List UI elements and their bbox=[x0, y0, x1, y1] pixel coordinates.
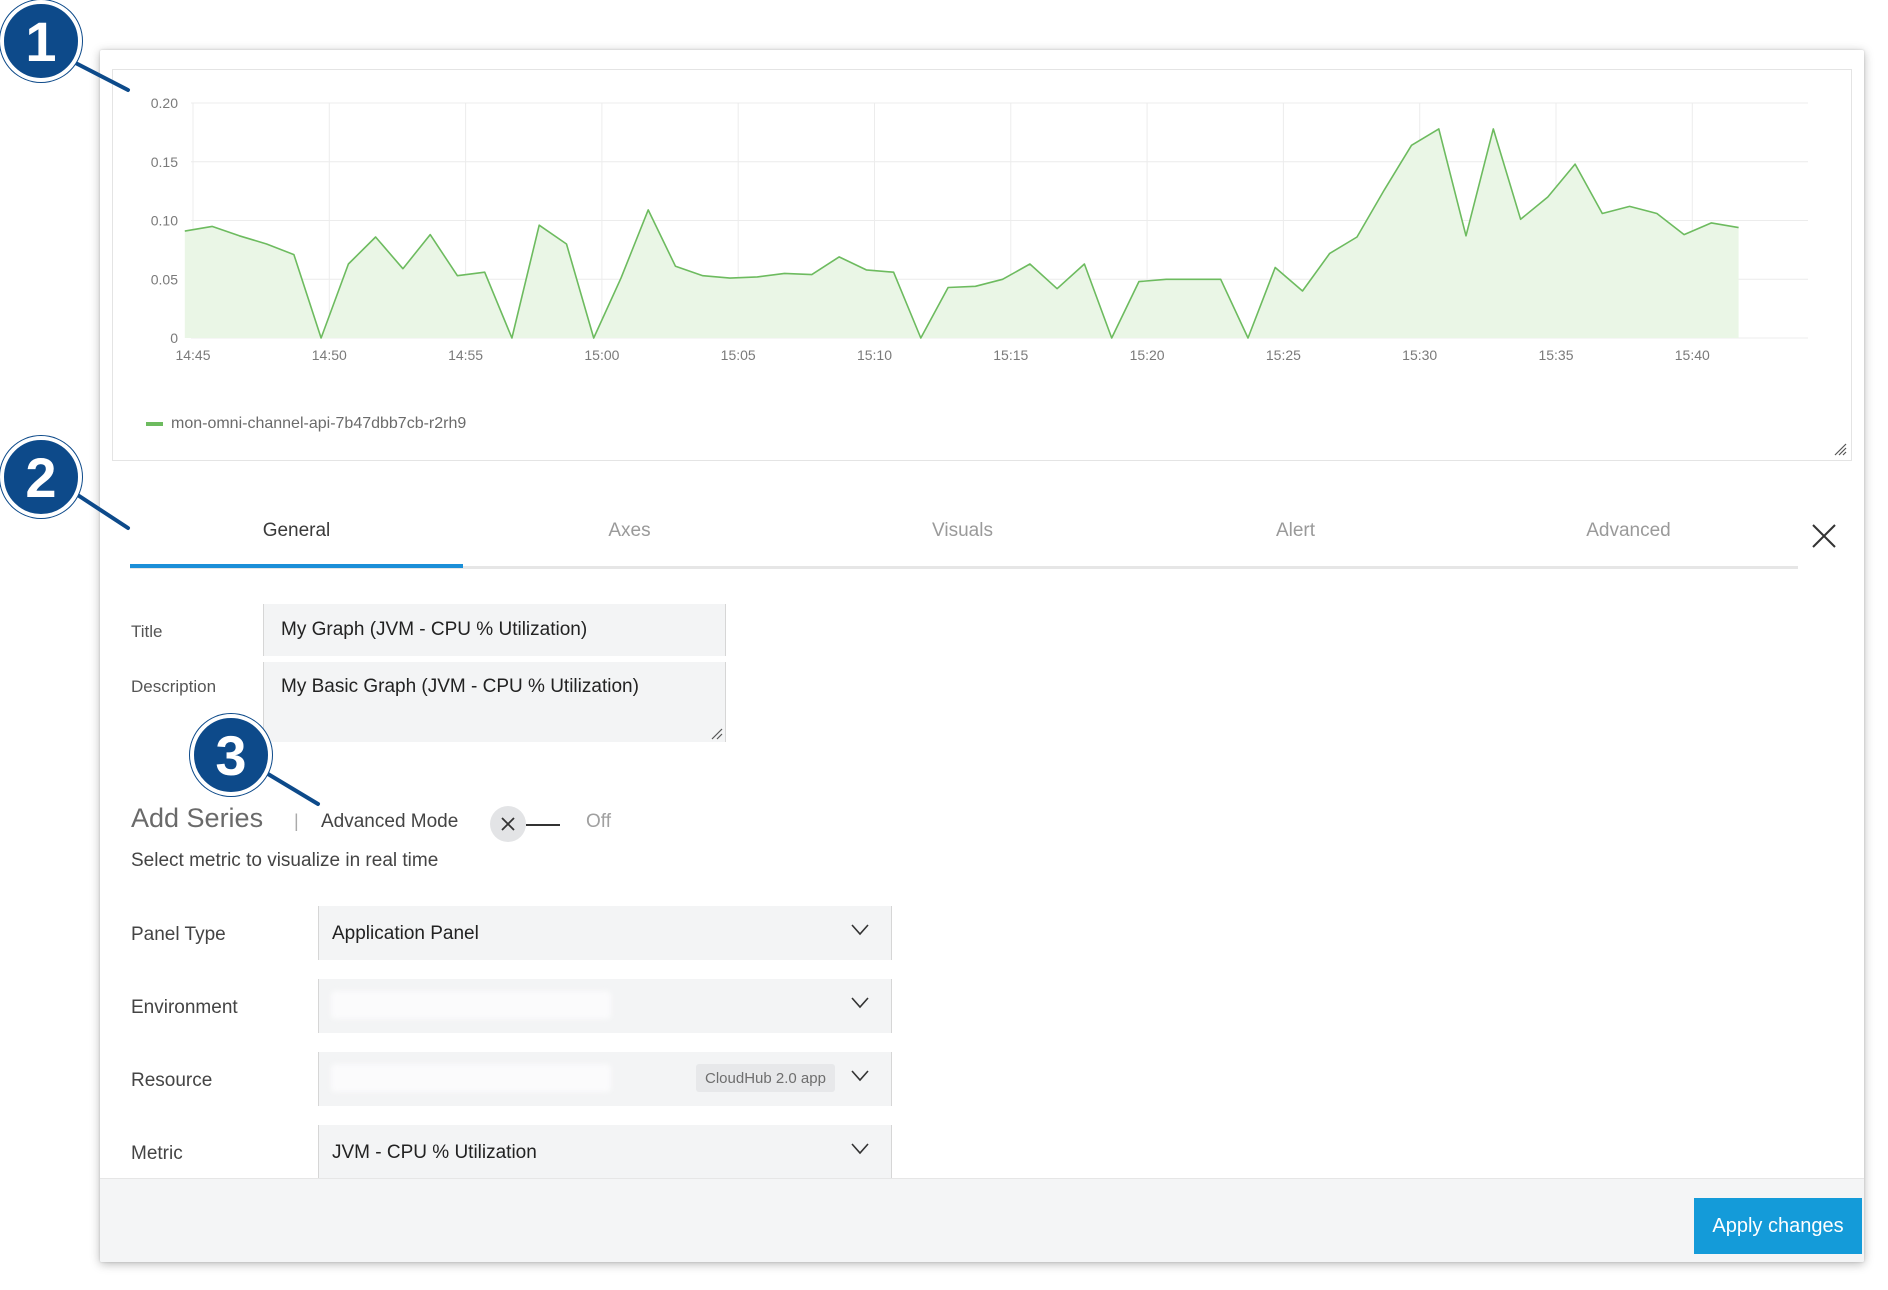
title-input-value: My Graph (JVM - CPU % Utilization) bbox=[281, 619, 588, 640]
tab-visuals[interactable]: Visuals bbox=[796, 520, 1129, 566]
heading-separator: | bbox=[294, 811, 299, 831]
tab-label: Alert bbox=[1275, 520, 1316, 541]
active-tab-indicator bbox=[130, 564, 463, 568]
editor-footer: Apply changes bbox=[100, 1178, 1864, 1262]
description-label: Description bbox=[131, 677, 217, 696]
x-icon bbox=[501, 817, 515, 831]
title-input[interactable]: My Graph (JVM - CPU % Utilization) bbox=[263, 604, 726, 656]
editor-tabs: General Axes Visuals Alert Advanced bbox=[130, 520, 1798, 569]
x-tick-label: 15:00 bbox=[584, 347, 619, 363]
toggle-state-label: Off bbox=[586, 811, 611, 832]
redacted-resource bbox=[331, 1064, 611, 1092]
tab-general[interactable]: General bbox=[130, 520, 463, 566]
tab-label: General bbox=[262, 520, 331, 541]
panel-type-select[interactable]: Application Panel bbox=[318, 906, 892, 960]
panel-type-row: Panel Type Application Panel bbox=[100, 906, 1000, 962]
x-tick-label: 15:05 bbox=[721, 347, 756, 363]
tab-alert[interactable]: Alert bbox=[1129, 520, 1462, 566]
resource-label: Resource bbox=[131, 1070, 213, 1091]
chevron-down-icon bbox=[851, 997, 869, 1009]
y-tick-label: 0.05 bbox=[151, 271, 178, 287]
x-tick-label: 15:10 bbox=[857, 347, 892, 363]
legend-label: mon-omni-channel-api-7b47dbb7cb-r2rh9 bbox=[171, 415, 467, 432]
resource-row: Resource CloudHub 2.0 app bbox=[100, 1052, 1000, 1108]
y-tick-label: 0.20 bbox=[151, 95, 178, 111]
redacted-environment bbox=[331, 991, 611, 1019]
x-tick-label: 14:55 bbox=[448, 347, 483, 363]
line-chart: 0 0.05 0.10 0.15 0.20 14:45 14:50 14:55 15:00 15:… bbox=[151, 95, 1808, 363]
description-textarea[interactable]: My Basic Graph (JVM - CPU % Utilization) bbox=[263, 662, 726, 742]
x-tick-label: 15:25 bbox=[1266, 347, 1301, 363]
chart-area: 0 0.05 0.10 0.15 0.20 14:45 14:50 14:55 15:00 15:… bbox=[112, 69, 1852, 461]
title-label: Title bbox=[131, 622, 163, 641]
resource-type-badge: CloudHub 2.0 app bbox=[696, 1064, 835, 1092]
x-tick-label: 15:35 bbox=[1538, 347, 1573, 363]
x-tick-label: 14:50 bbox=[312, 347, 347, 363]
add-series-hint: Select metric to visualize in real time bbox=[131, 850, 439, 871]
textarea-resize-icon[interactable] bbox=[709, 726, 723, 740]
x-tick-label: 15:30 bbox=[1402, 347, 1437, 363]
metric-select[interactable]: JVM - CPU % Utilization bbox=[318, 1125, 892, 1179]
chevron-down-icon bbox=[851, 1143, 869, 1155]
environment-row: Environment bbox=[100, 979, 1000, 1035]
callout-3: 3 bbox=[190, 714, 272, 796]
metric-row: Metric JVM - CPU % Utilization bbox=[100, 1125, 1000, 1181]
toggle-knob bbox=[490, 806, 526, 842]
tab-advanced[interactable]: Advanced bbox=[1462, 520, 1795, 566]
x-tick-label: 15:40 bbox=[1675, 347, 1710, 363]
advanced-mode-label: Advanced Mode bbox=[321, 811, 459, 832]
apply-changes-button[interactable]: Apply changes bbox=[1694, 1198, 1862, 1254]
legend-swatch bbox=[146, 422, 163, 426]
environment-select[interactable] bbox=[318, 979, 892, 1033]
x-tick-label: 15:20 bbox=[1130, 347, 1165, 363]
toggle-track bbox=[526, 824, 560, 826]
chevron-down-icon bbox=[851, 924, 869, 936]
graph-editor-panel: 0 0.05 0.10 0.15 0.20 14:45 14:50 14:55 15:00 15:… bbox=[100, 50, 1864, 1262]
panel-type-label: Panel Type bbox=[131, 924, 226, 945]
metric-label: Metric bbox=[131, 1143, 183, 1164]
panel-type-value: Application Panel bbox=[332, 923, 479, 944]
tab-label: Visuals bbox=[932, 520, 993, 541]
x-tick-label: 14:45 bbox=[175, 347, 210, 363]
metric-value: JVM - CPU % Utilization bbox=[332, 1142, 537, 1163]
x-tick-label: 15:15 bbox=[993, 347, 1028, 363]
y-tick-label: 0 bbox=[170, 330, 178, 346]
resize-handle-icon[interactable] bbox=[1833, 442, 1847, 456]
tab-label: Advanced bbox=[1586, 520, 1671, 541]
y-tick-label: 0.10 bbox=[151, 213, 178, 229]
description-textarea-value: My Basic Graph (JVM - CPU % Utilization) bbox=[281, 676, 639, 697]
y-tick-label: 0.15 bbox=[151, 154, 178, 170]
chevron-down-icon bbox=[851, 1070, 869, 1082]
add-series-heading: Add Series bbox=[131, 803, 264, 833]
callout-2: 2 bbox=[0, 436, 82, 518]
environment-label: Environment bbox=[131, 997, 238, 1018]
chart-legend[interactable]: mon-omni-channel-api-7b47dbb7cb-r2rh9 bbox=[146, 415, 466, 433]
advanced-mode-toggle[interactable] bbox=[490, 804, 570, 844]
callout-1: 1 bbox=[0, 0, 82, 82]
resource-select[interactable]: CloudHub 2.0 app bbox=[318, 1052, 892, 1106]
close-icon[interactable] bbox=[1810, 522, 1838, 550]
series-area bbox=[184, 128, 1739, 338]
tab-axes[interactable]: Axes bbox=[463, 520, 796, 566]
tab-label: Axes bbox=[608, 520, 651, 541]
